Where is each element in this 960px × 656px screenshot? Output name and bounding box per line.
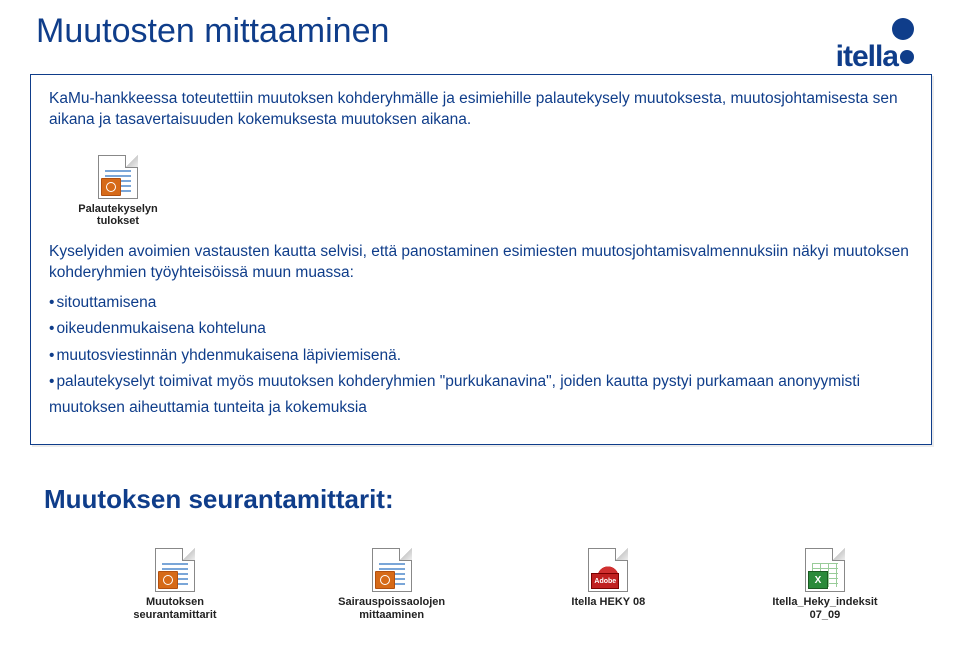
file-attachment[interactable]: Sairauspoissaolojen mittaaminen <box>317 548 467 621</box>
file-attachment[interactable]: Palautekyselyn tulokset <box>53 155 183 228</box>
content-box: KaMu-hankkeessa toteutettiin muutoksen k… <box>30 74 932 445</box>
file-attachment[interactable]: Adobe Itella HEKY 08 <box>533 548 683 621</box>
file-caption-line1: Palautekyselyn <box>78 203 158 215</box>
body-paragraph-1: Kyselyiden avoimien vastausten kautta se… <box>49 242 913 284</box>
bullet-item: muutosviestinnän yhdenmukaisena läpiviem… <box>49 343 913 369</box>
file-caption-line2: 07_09 <box>810 609 841 621</box>
powerpoint-badge-icon <box>158 571 178 589</box>
document-icon: Adobe <box>588 548 628 592</box>
document-icon <box>372 548 412 592</box>
document-icon: X <box>805 548 845 592</box>
logo-dot-small-icon <box>900 50 914 64</box>
file-caption-line1: Sairauspoissaolojen <box>338 596 445 608</box>
page-title: Muutosten mittaaminen <box>36 12 389 51</box>
intro-paragraph: KaMu-hankkeessa toteutettiin muutoksen k… <box>49 89 913 131</box>
pdf-badge-icon: Adobe <box>591 573 619 589</box>
excel-badge-icon: X <box>808 571 828 589</box>
bullet-item: sitouttamisena <box>49 290 913 316</box>
file-caption-line1: Itella_Heky_indeksit <box>772 596 877 608</box>
powerpoint-badge-icon <box>101 178 121 196</box>
bullet-item: palautekyselyt toimivat myös muutoksen k… <box>49 369 913 422</box>
file-caption-line2: mittaaminen <box>359 609 424 621</box>
document-icon <box>155 548 195 592</box>
section-heading: Muutoksen seurantamittarit: <box>44 484 394 515</box>
powerpoint-badge-icon <box>375 571 395 589</box>
logo-text: itella <box>836 40 898 74</box>
file-attachment[interactable]: Muutoksen seurantamittarit <box>100 548 250 621</box>
file-caption-line2: tulokset <box>97 215 139 227</box>
brand-logo: itella <box>836 18 914 74</box>
file-attachment[interactable]: X Itella_Heky_indeksit 07_09 <box>750 548 900 621</box>
bullet-item: oikeudenmukaisena kohteluna <box>49 316 913 342</box>
file-caption-line1: Muutoksen <box>146 596 204 608</box>
document-icon <box>98 155 138 199</box>
file-caption-line2: seurantamittarit <box>133 609 216 621</box>
file-attachment-row: Muutoksen seurantamittarit Sairauspoissa… <box>100 548 900 621</box>
logo-dot-large-icon <box>892 18 914 40</box>
file-caption-line1: Itella HEKY 08 <box>571 596 645 608</box>
